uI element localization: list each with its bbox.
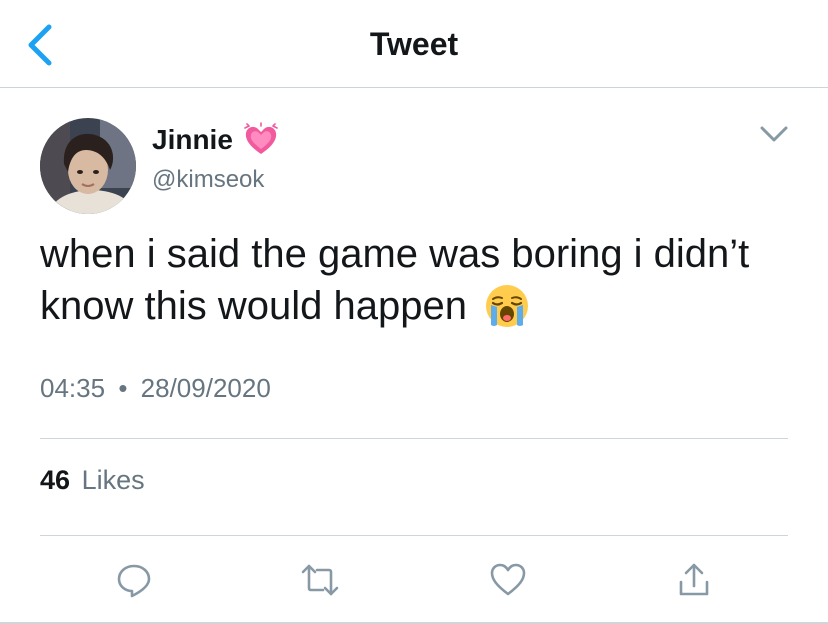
tweet-text: when i said the game was boring i didn’t… <box>40 228 800 342</box>
likes-count: 46 <box>40 465 71 495</box>
tweet-time: 04:35 <box>40 373 106 403</box>
separator-dot: • <box>118 373 128 403</box>
tweet-text-content: when i said the game was boring i didn’t… <box>40 232 750 328</box>
tweet-date: 28/09/2020 <box>140 373 271 403</box>
heart-icon <box>490 563 526 596</box>
action-bar <box>0 552 828 608</box>
share-icon <box>679 563 709 596</box>
more-options-button[interactable] <box>752 118 796 150</box>
retweet-button[interactable] <box>292 552 348 608</box>
likes-label: Likes <box>81 465 145 495</box>
divider <box>40 438 788 439</box>
speech-bubble-icon <box>117 564 151 598</box>
reply-button[interactable] <box>106 552 162 608</box>
author-handle[interactable]: @kimseok <box>152 164 264 196</box>
top-nav-bar: Tweet <box>0 0 828 88</box>
share-button[interactable] <box>666 552 722 608</box>
retweet-icon <box>301 564 339 596</box>
growing-heart-emoji <box>244 122 278 154</box>
chevron-down-icon <box>760 126 788 142</box>
like-button[interactable] <box>480 552 536 608</box>
loudly-crying-face-emoji <box>484 283 530 342</box>
tweet-timestamp: 04:35 • 28/09/2020 <box>40 370 271 406</box>
avatar-image <box>40 118 136 214</box>
avatar[interactable] <box>40 118 136 214</box>
author-name: Jinnie <box>152 124 233 155</box>
divider <box>40 535 788 536</box>
author-name-row[interactable]: Jinnie <box>152 120 279 160</box>
page-title: Tweet <box>369 26 459 62</box>
likes-stat[interactable]: 46 Likes <box>40 462 145 498</box>
